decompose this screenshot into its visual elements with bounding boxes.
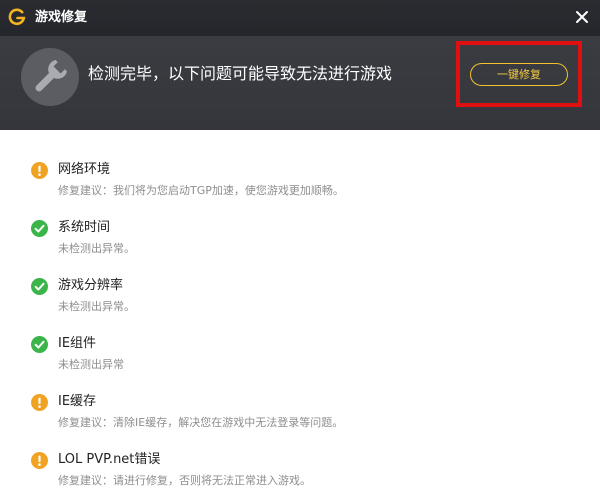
title-bar: 游戏修复 <box>0 0 600 36</box>
item-detail: 修复建议：我们将为您启动TGP加速，使您游戏更加顺畅。 <box>58 184 344 197</box>
list-item: IE组件 未检测出异常 <box>0 334 600 382</box>
warning-icon <box>31 394 48 411</box>
list-item: 网络环境 修复建议：我们将为您启动TGP加速，使您游戏更加顺畅。 <box>0 160 600 208</box>
list-item: 系统时间 未检测出异常。 <box>0 218 600 266</box>
list-item: 游戏分辨率 未检测出异常。 <box>0 276 600 324</box>
item-name: 网络环境 <box>58 162 111 177</box>
warning-icon <box>31 162 48 179</box>
wrench-icon <box>21 48 79 106</box>
window-title: 游戏修复 <box>35 10 88 25</box>
check-icon <box>31 336 48 353</box>
check-icon <box>31 220 48 237</box>
item-name: 系统时间 <box>58 220 111 235</box>
check-icon <box>31 278 48 295</box>
list-item: IE缓存 修复建议：清除IE缓存，解决您在游戏中无法登录等问题。 <box>0 392 600 440</box>
check-results-list: 网络环境 修复建议：我们将为您启动TGP加速，使您游戏更加顺畅。 系统时间 未检… <box>0 130 600 500</box>
scan-result-headline: 检测完毕，以下问题可能导致无法进行游戏 <box>88 64 393 83</box>
item-detail: 修复建议：清除IE缓存，解决您在游戏中无法登录等问题。 <box>58 416 344 429</box>
item-detail: 未检测出异常 <box>58 358 124 371</box>
item-detail: 未检测出异常。 <box>58 242 135 255</box>
item-detail: 修复建议：请进行修复，否则将无法正常进入游戏。 <box>58 474 311 487</box>
list-item: LOL PVP.net错误 修复建议：请进行修复，否则将无法正常进入游戏。 <box>0 450 600 498</box>
item-name: 游戏分辨率 <box>58 278 124 293</box>
tgp-logo-icon <box>8 8 26 26</box>
item-name: IE缓存 <box>58 394 97 409</box>
close-icon[interactable] <box>574 9 590 25</box>
item-name: LOL PVP.net错误 <box>58 452 161 467</box>
red-highlight-box <box>456 41 582 107</box>
warning-icon <box>31 452 48 469</box>
item-name: IE组件 <box>58 336 97 351</box>
item-detail: 未检测出异常。 <box>58 300 135 313</box>
